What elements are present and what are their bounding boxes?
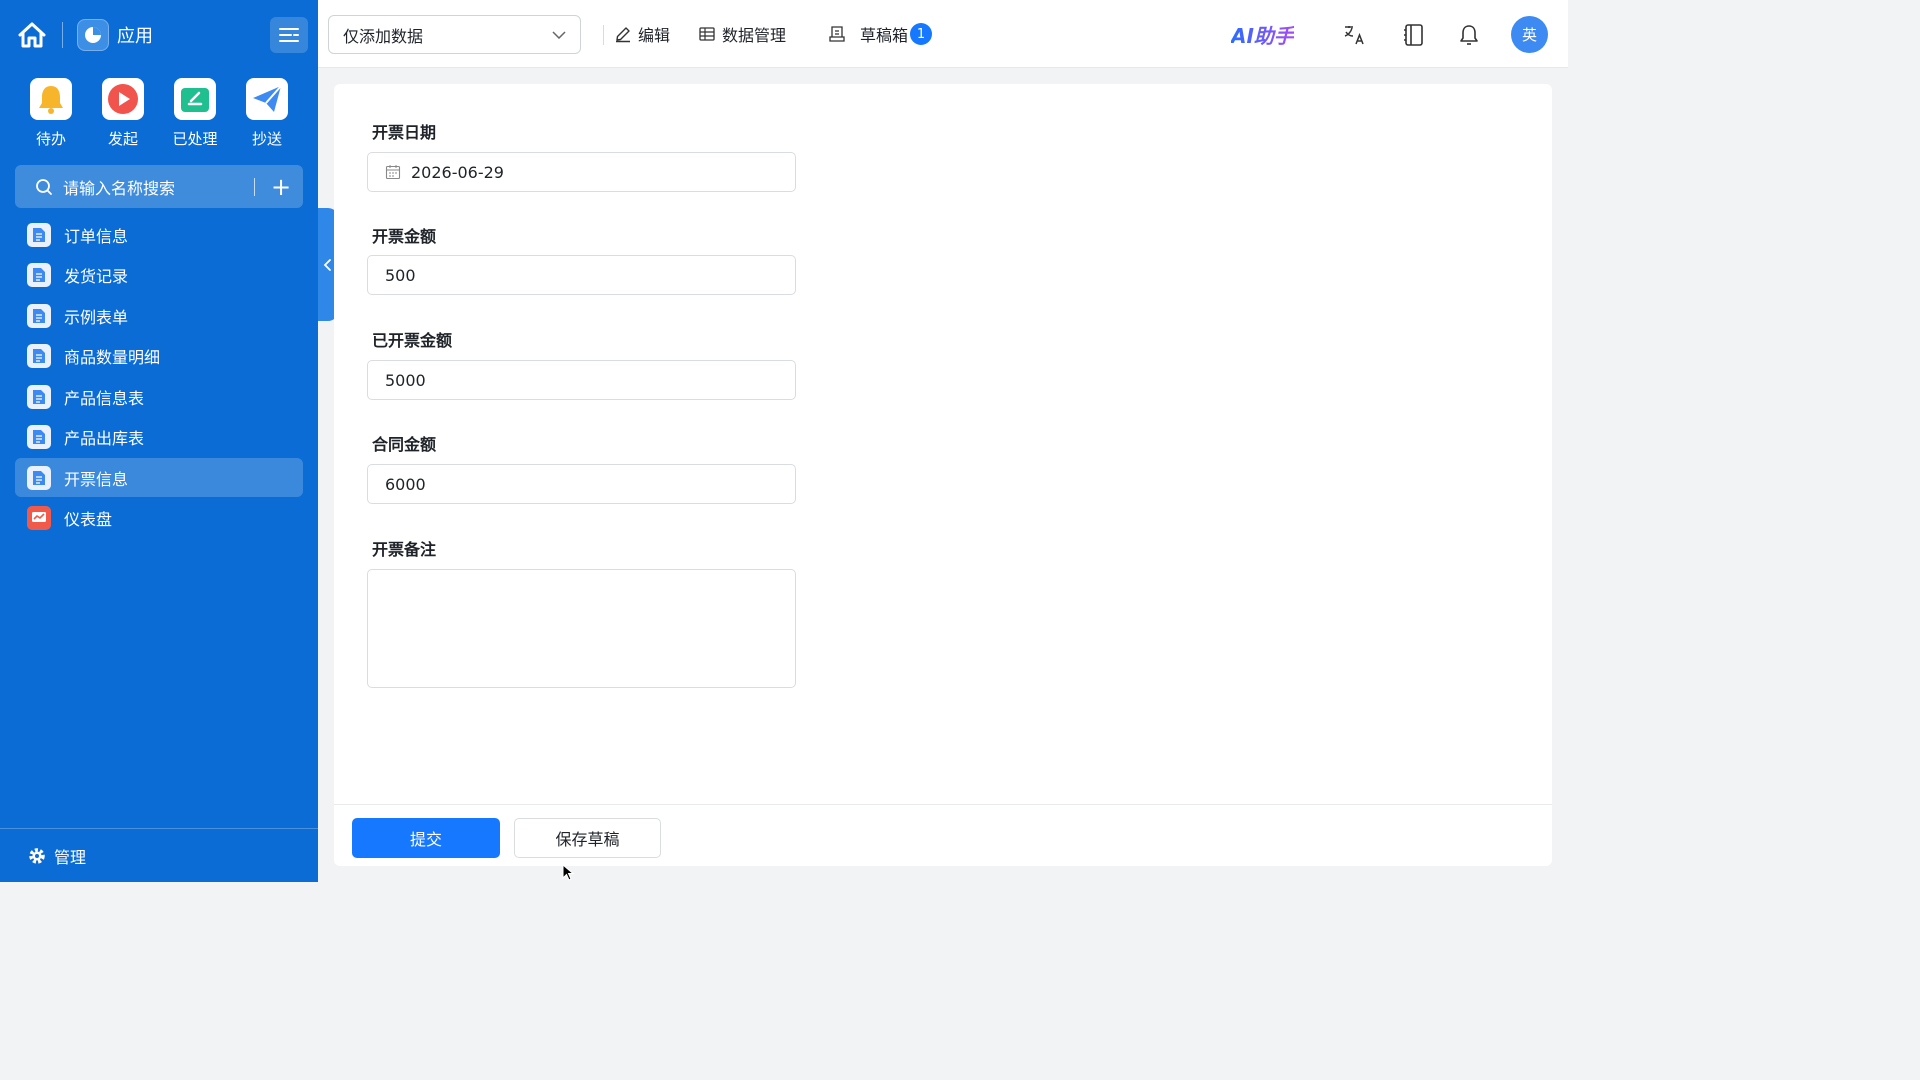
sidebar-item-label: 发货记录: [64, 267, 129, 286]
quick-actions: 待办 发起 已处理 抄送: [0, 70, 318, 164]
chevron-left-icon: [323, 258, 331, 271]
form-doc-icon: [27, 303, 51, 328]
quick-action-todo[interactable]: 待办: [15, 78, 87, 164]
user-avatar[interactable]: 英: [1511, 16, 1548, 53]
quick-action-label: 待办: [35, 130, 66, 148]
invoice-date-value: 2026-06-29: [411, 162, 504, 182]
drafts-button[interactable]: 草稿箱 1: [828, 22, 933, 46]
app-logo-icon: [77, 19, 109, 51]
search-divider: [254, 177, 255, 196]
drafts-count-badge: 1: [910, 23, 933, 45]
sidebar-item-label: 仪表盘: [64, 510, 113, 529]
top-toolbar: 仅添加数据 编辑 数据管理 草稿箱 1 AI助手 英: [318, 0, 1568, 68]
sidebar-item-label: 订单信息: [64, 226, 129, 246]
sidebar-search[interactable]: 请输入名称搜索 +: [15, 165, 303, 208]
data-manage-button[interactable]: 数据管理: [698, 22, 786, 46]
drafts-icon: [829, 26, 845, 42]
app-title: 应用: [117, 26, 153, 47]
contract-amount-input[interactable]: 6000: [367, 464, 796, 504]
field-label-invoice-remark: 开票备注: [372, 540, 437, 559]
save-draft-button[interactable]: 保存草稿: [514, 818, 661, 858]
search-input[interactable]: 请输入名称搜索: [63, 175, 254, 199]
sidebar-item-label: 商品数量明细: [64, 348, 161, 367]
sidebar-item-invoice-info[interactable]: 开票信息: [15, 458, 303, 497]
sidebar-item-label: 产品出库表: [64, 429, 145, 448]
menu-toggle-button[interactable]: [270, 17, 308, 53]
notebook-icon[interactable]: [1401, 22, 1427, 48]
form-card: 开票日期 2026-06-29 开票金额 500 已开票金额 5000 合同金额…: [334, 84, 1552, 866]
dashboard-icon: [27, 506, 51, 530]
invoice-date-input[interactable]: 2026-06-29: [367, 152, 796, 192]
field-label-invoice-date: 开票日期: [372, 123, 437, 142]
mode-select-value: 仅添加数据: [343, 26, 424, 46]
sidebar-manage[interactable]: 管理: [0, 828, 318, 882]
bell-icon[interactable]: [1456, 22, 1482, 48]
home-icon[interactable]: [16, 19, 48, 51]
quick-action-cc[interactable]: 抄送: [231, 78, 303, 164]
invoiced-amount-value: 5000: [385, 370, 426, 390]
sidebar-item-product-quantity[interactable]: 商品数量明细: [15, 337, 303, 376]
invoice-remark-textarea[interactable]: [367, 569, 796, 688]
chevron-down-icon: [552, 30, 566, 39]
play-icon: [102, 78, 144, 120]
calendar-icon: [385, 165, 401, 180]
form-doc-icon: [27, 465, 51, 490]
menu-icon: [279, 28, 299, 42]
translate-icon[interactable]: [1341, 22, 1367, 48]
bell-icon: [30, 78, 72, 120]
form-doc-icon: [27, 263, 51, 287]
processed-icon: [174, 78, 216, 120]
ai-assistant-button[interactable]: AI助手: [1231, 20, 1294, 49]
toolbar-divider: [603, 25, 604, 45]
drafts-label: 草稿箱: [860, 26, 909, 45]
sidebar-item-sample-form[interactable]: 示例表单: [15, 296, 303, 335]
sidebar-header: 应用: [0, 0, 318, 70]
contract-amount-value: 6000: [385, 474, 426, 494]
quick-action-processed[interactable]: 已处理: [159, 78, 231, 164]
edit-icon: [616, 27, 630, 43]
form-doc-icon: [27, 425, 51, 449]
search-icon: [36, 178, 52, 195]
sidebar-item-label: 开票信息: [64, 469, 129, 489]
sidebar-item-product-info[interactable]: 产品信息表: [15, 377, 303, 416]
table-icon: [699, 27, 715, 41]
quick-action-label: 已处理: [172, 130, 218, 148]
header-divider: [62, 22, 63, 48]
invoice-amount-input[interactable]: 500: [367, 255, 796, 295]
field-label-invoice-amount: 开票金额: [372, 227, 437, 246]
add-icon[interactable]: +: [271, 175, 291, 199]
invoiced-amount-input[interactable]: 5000: [367, 360, 796, 400]
sidebar-item-order-info[interactable]: 订单信息: [15, 215, 303, 254]
sidebar-item-shipping-records[interactable]: 发货记录: [15, 256, 303, 295]
edit-button[interactable]: 编辑: [614, 22, 670, 46]
data-manage-label: 数据管理: [722, 26, 787, 45]
quick-action-label: 抄送: [251, 130, 282, 148]
mouse-cursor-icon: [562, 864, 575, 881]
form-doc-icon: [27, 222, 51, 247]
form-doc-icon: [27, 384, 51, 409]
submit-button[interactable]: 提交: [352, 818, 500, 858]
form-footer: 提交 保存草稿: [334, 804, 1552, 866]
quick-action-label: 发起: [107, 130, 138, 148]
invoice-amount-value: 500: [385, 265, 416, 285]
form-doc-icon: [27, 344, 51, 368]
manage-label: 管理: [54, 847, 87, 867]
edit-label: 编辑: [638, 26, 671, 45]
field-label-invoiced-amount: 已开票金额: [372, 331, 453, 350]
field-label-contract-amount: 合同金额: [372, 435, 437, 454]
sidebar-item-product-outbound[interactable]: 产品出库表: [15, 418, 303, 457]
sidebar-item-label: 示例表单: [64, 307, 129, 327]
send-icon: [246, 78, 288, 120]
mode-select[interactable]: 仅添加数据: [328, 15, 581, 54]
sidebar-nav: 订单信息 发货记录 示例表单 商品数量明细 产品信息表 产品出库表 开票信息 仪…: [15, 215, 303, 539]
gear-icon: [29, 847, 45, 864]
sidebar: 应用 待办 发起 已处理 抄送 请输入名称搜索 + 订单信息 发货记录 示例表单…: [0, 0, 318, 882]
quick-action-initiate[interactable]: 发起: [87, 78, 159, 164]
sidebar-item-label: 产品信息表: [64, 388, 145, 408]
sidebar-item-dashboard[interactable]: 仪表盘: [15, 499, 303, 538]
